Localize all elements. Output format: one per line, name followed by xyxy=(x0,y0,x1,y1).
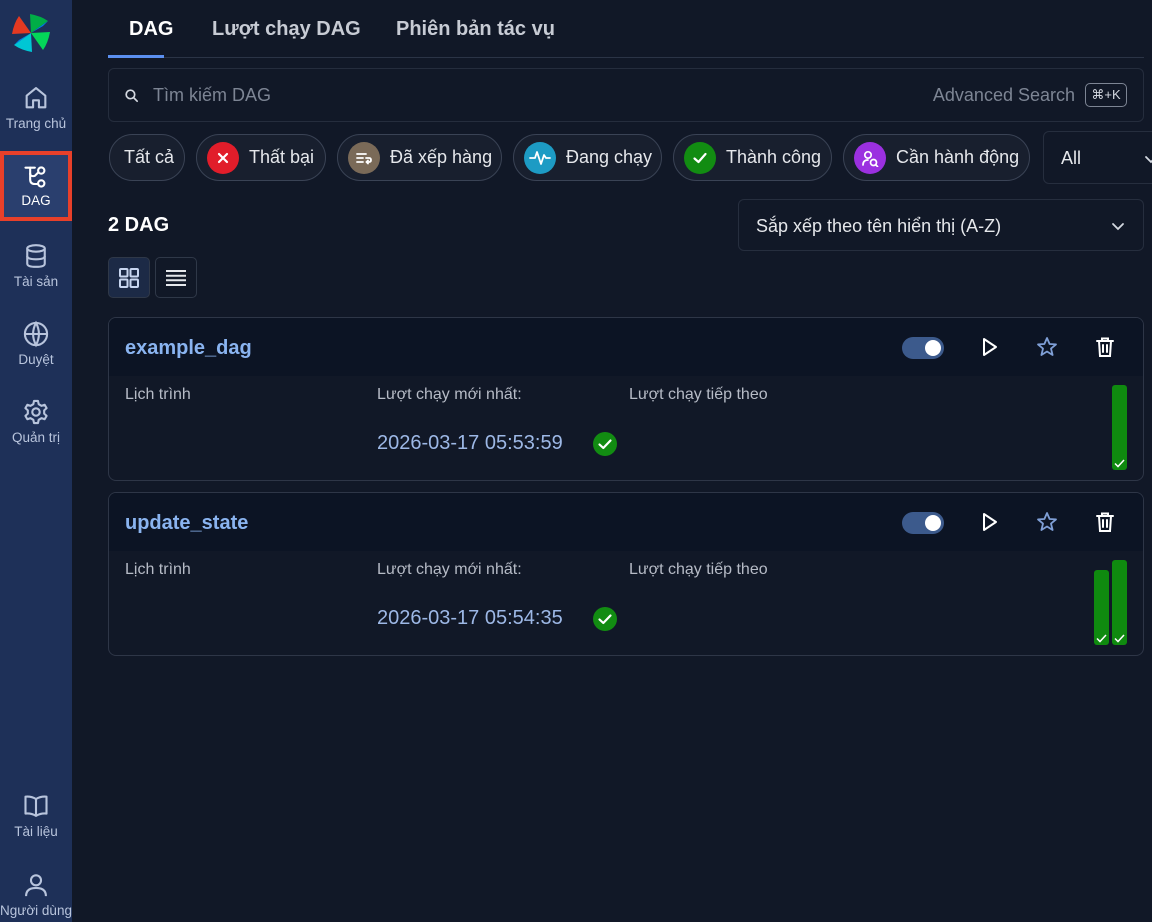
tag-filter-value: All xyxy=(1061,148,1082,168)
filter-failed[interactable]: Thất bại xyxy=(196,134,326,181)
trash-icon[interactable] xyxy=(1093,335,1117,359)
filter-success[interactable]: Thành công xyxy=(673,134,832,181)
shortcut-badge: ⌘+K xyxy=(1085,83,1127,107)
advanced-search-link[interactable]: Advanced Search xyxy=(933,85,1075,106)
table-view-button[interactable] xyxy=(155,257,197,298)
filter-needs-action[interactable]: Cần hành động xyxy=(843,134,1030,181)
latest-run-label: Lượt chạy mới nhất: xyxy=(377,561,522,578)
play-icon[interactable] xyxy=(977,510,1001,534)
schedule-label: Lịch trình xyxy=(125,386,191,403)
search-icon xyxy=(125,89,139,103)
book-icon xyxy=(24,795,48,817)
list-icon xyxy=(166,269,186,286)
nav-user[interactable]: Người dùng xyxy=(0,857,72,922)
card-view-button[interactable] xyxy=(108,257,150,298)
success-icon xyxy=(593,607,617,631)
filter-all[interactable]: Tất cả xyxy=(109,134,185,181)
star-icon[interactable] xyxy=(1035,510,1059,534)
nav-admin[interactable]: Quản trị xyxy=(0,384,72,454)
search-input[interactable] xyxy=(153,81,853,109)
dag-icon xyxy=(24,166,46,188)
nav-assets-label: Tài sản xyxy=(13,274,59,289)
tag-filter-select[interactable]: All xyxy=(1043,131,1152,184)
dag-pause-toggle[interactable] xyxy=(902,512,944,534)
airflow-logo[interactable] xyxy=(8,10,54,56)
trash-icon[interactable] xyxy=(1093,510,1117,534)
dag-card: example_dag Lịch trình Lượt chạy mới nhấ… xyxy=(108,317,1144,481)
search-bar: Advanced Search ⌘+K xyxy=(108,68,1144,122)
chevron-down-icon xyxy=(1145,156,1152,164)
user-action-icon xyxy=(854,141,886,174)
schedule-label: Lịch trình xyxy=(125,561,191,578)
run-status-bar[interactable] xyxy=(1112,560,1127,645)
filter-running-label: Đang chạy xyxy=(566,147,653,167)
activity-icon xyxy=(524,141,556,174)
filter-running[interactable]: Đang chạy xyxy=(513,134,662,181)
run-status-bar[interactable] xyxy=(1094,570,1109,645)
nav-assets[interactable]: Tài sản xyxy=(0,228,72,298)
database-icon xyxy=(26,244,46,268)
latest-run-date[interactable]: 2026-03-17 05:53:59 xyxy=(377,432,563,455)
filter-all-label: Tất cả xyxy=(124,147,175,167)
tab-bar: DAG Lượt chạy DAG Phiên bản tác vụ xyxy=(108,0,1144,58)
next-run-label: Lượt chạy tiếp theo xyxy=(629,561,768,578)
nav-docs[interactable]: Tài liệu xyxy=(0,778,72,848)
filter-success-label: Thành công xyxy=(726,147,822,167)
success-icon xyxy=(593,432,617,456)
next-run-label: Lượt chạy tiếp theo xyxy=(629,386,768,403)
dag-pause-toggle[interactable] xyxy=(902,337,944,359)
sort-value: Sắp xếp theo tên hiển thị (A-Z) xyxy=(756,216,1002,236)
nav-dags-label: DAG xyxy=(21,193,51,208)
globe-icon xyxy=(23,320,49,348)
home-icon xyxy=(25,87,47,109)
filter-failed-label: Thất bại xyxy=(249,147,315,167)
nav-user-label: Người dùng xyxy=(0,903,72,918)
nav-browse-label: Duyệt xyxy=(18,352,54,367)
filter-queued[interactable]: Đã xếp hàng xyxy=(337,134,502,181)
toggle-knob xyxy=(925,515,941,531)
nav-browse[interactable]: Duyệt xyxy=(0,306,72,376)
nav-admin-label: Quản trị xyxy=(11,430,61,445)
user-icon xyxy=(25,874,47,897)
sidebar: Trang chủ DAG Tài sản Duyệt Quản trị Tài… xyxy=(0,0,72,922)
tab-task-instances[interactable]: Phiên bản tác vụ xyxy=(396,18,555,41)
star-icon[interactable] xyxy=(1035,335,1059,359)
gear-icon xyxy=(24,399,48,425)
nav-home-label: Trang chủ xyxy=(5,116,67,131)
dag-name-link[interactable]: example_dag xyxy=(125,337,252,360)
filter-queued-label: Đã xếp hàng xyxy=(390,147,493,167)
sort-select[interactable]: Sắp xếp theo tên hiển thị (A-Z) xyxy=(738,199,1144,251)
queue-icon xyxy=(348,141,380,174)
play-icon[interactable] xyxy=(977,335,1001,359)
dag-count: 2 DAG xyxy=(108,214,170,236)
dag-name-link[interactable]: update_state xyxy=(125,512,248,535)
tab-dag-runs[interactable]: Lượt chạy DAG xyxy=(212,18,361,41)
dag-card: update_state Lịch trình Lượt chạy mới nh… xyxy=(108,492,1144,656)
run-status-bar[interactable] xyxy=(1112,385,1127,470)
nav-dags[interactable]: DAG xyxy=(0,151,72,221)
active-tab-indicator xyxy=(108,55,164,58)
tab-dags[interactable]: DAG xyxy=(129,18,173,41)
check-icon xyxy=(1096,634,1107,643)
latest-run-label: Lượt chạy mới nhất: xyxy=(377,386,522,403)
nav-home[interactable]: Trang chủ xyxy=(0,70,72,140)
nav-docs-label: Tài liệu xyxy=(14,824,58,839)
check-icon xyxy=(1114,459,1125,468)
grid-icon xyxy=(119,267,139,288)
toggle-knob xyxy=(925,340,941,356)
x-icon xyxy=(207,141,239,174)
chevron-down-icon xyxy=(1112,223,1124,231)
latest-run-date[interactable]: 2026-03-17 05:54:35 xyxy=(377,607,563,630)
check-icon xyxy=(684,141,716,174)
filter-needs-action-label: Cần hành động xyxy=(896,147,1020,167)
check-icon xyxy=(1114,634,1125,643)
